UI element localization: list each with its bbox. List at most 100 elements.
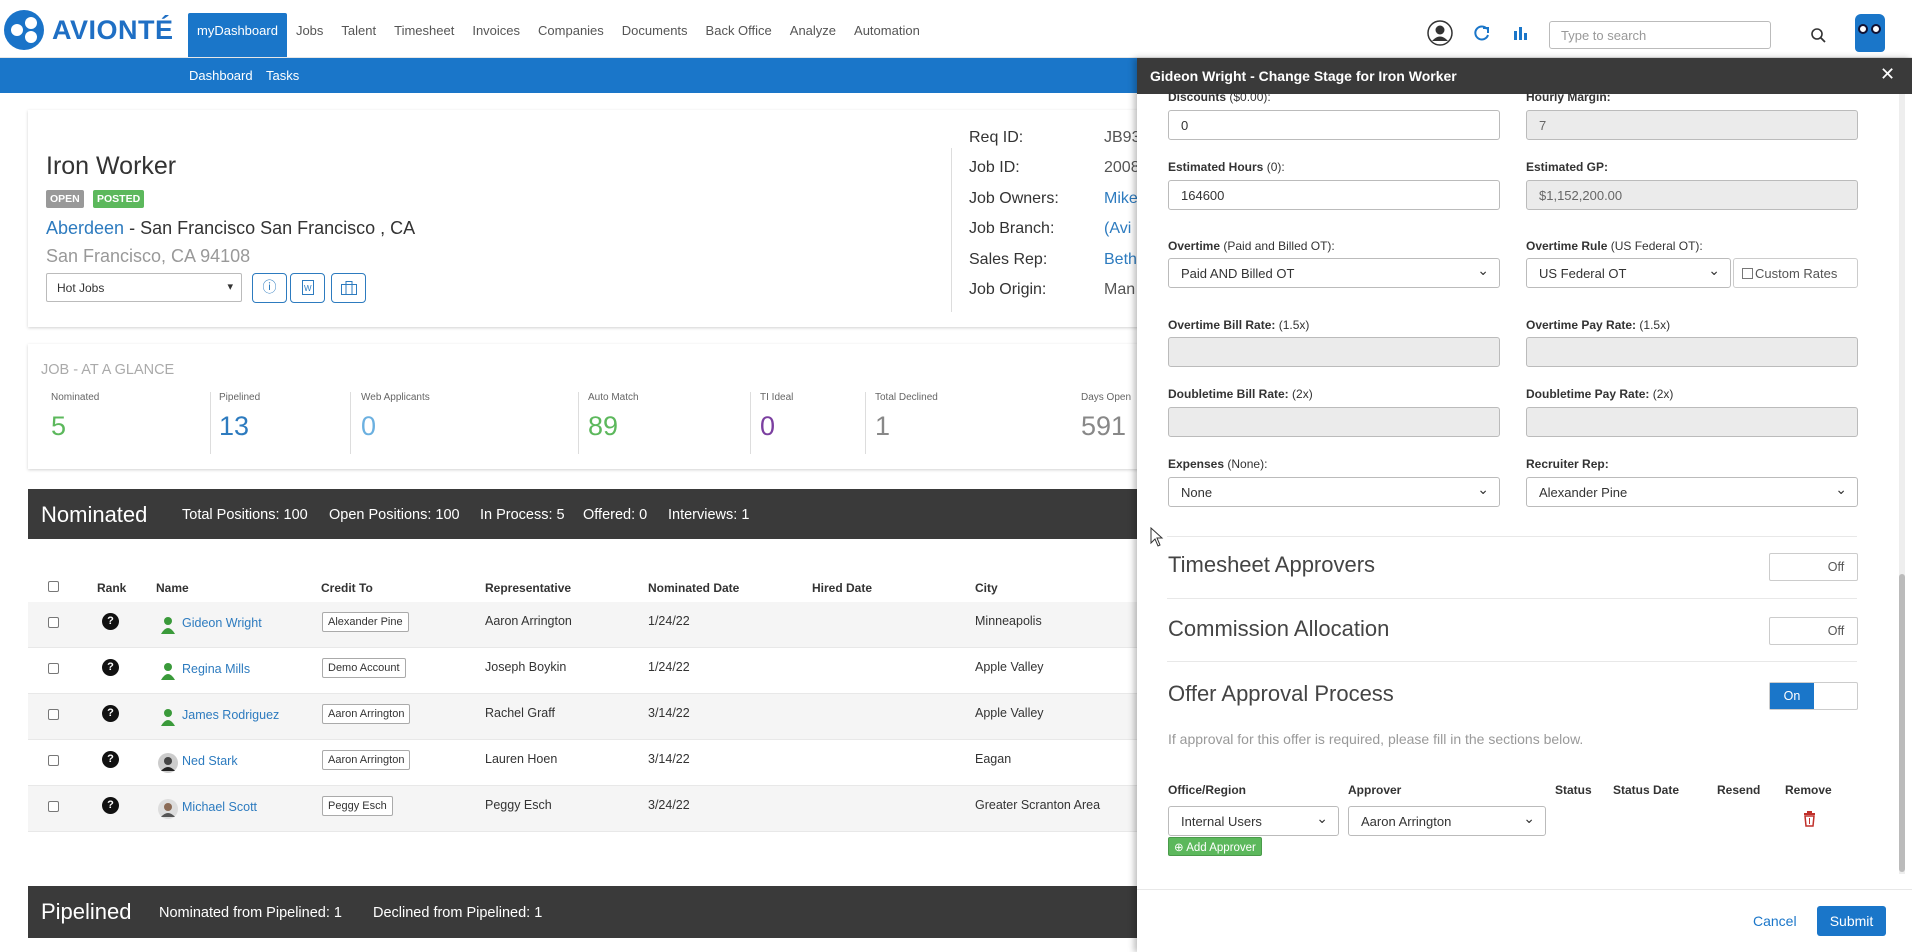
stat-web-applicants[interactable]: Web Applicants 0 xyxy=(361,392,430,454)
candidate-name-link[interactable]: Ned Stark xyxy=(182,754,238,768)
credit-to-tag[interactable]: Alexander Pine xyxy=(322,612,409,632)
nav-talent[interactable]: Talent xyxy=(332,13,385,57)
close-icon[interactable]: ✕ xyxy=(1880,64,1895,85)
row-checkbox[interactable] xyxy=(48,617,59,628)
panel-title: Gideon Wright - Change Stage for Iron Wo… xyxy=(1150,68,1457,84)
hot-jobs-select[interactable]: Hot Jobs xyxy=(46,273,242,302)
nav-automation[interactable]: Automation xyxy=(845,13,929,57)
nav-companies[interactable]: Companies xyxy=(529,13,613,57)
stat-pipelined[interactable]: Pipelined 13 xyxy=(219,392,260,454)
discounts-input[interactable]: 0 xyxy=(1168,110,1500,140)
total-positions: Total Positions: 100 xyxy=(182,507,308,523)
stat-auto-match[interactable]: Auto Match 89 xyxy=(588,392,639,454)
nominated-date: 3/14/22 xyxy=(648,752,690,766)
nominated-title: Nominated xyxy=(41,502,148,527)
nav-back-office[interactable]: Back Office xyxy=(697,13,781,57)
col-status-date: Status Date xyxy=(1613,783,1680,797)
trash-icon[interactable] xyxy=(1803,811,1816,827)
table-row[interactable]: ? Michael Scott Peggy Esch Peggy Esch 3/… xyxy=(28,786,1140,832)
custom-rates-toggle[interactable]: Custom Rates xyxy=(1733,258,1858,288)
candidate-name-link[interactable]: Regina Mills xyxy=(182,662,250,676)
candidate-name-link[interactable]: Gideon Wright xyxy=(182,616,262,630)
commission-allocation-toggle[interactable]: Off xyxy=(1769,617,1858,645)
row-checkbox[interactable] xyxy=(48,663,59,674)
cancel-button[interactable]: Cancel xyxy=(1753,913,1797,929)
expenses-select[interactable]: None xyxy=(1168,477,1500,507)
row-checkbox[interactable] xyxy=(48,801,59,812)
recruiter-rep-select[interactable]: Alexander Pine xyxy=(1526,477,1858,507)
refresh-icon[interactable] xyxy=(1473,24,1491,42)
candidate-name-link[interactable]: Michael Scott xyxy=(182,800,257,814)
timesheet-approvers-toggle[interactable]: Off xyxy=(1769,553,1858,581)
nominated-date: 1/24/22 xyxy=(648,614,690,628)
custom-rates-checkbox[interactable] xyxy=(1742,268,1753,279)
table-row[interactable]: ? Ned Stark Aaron Arrington Lauren Hoen … xyxy=(28,740,1140,786)
subnav-dashboard[interactable]: Dashboard xyxy=(189,68,253,83)
avionte-logo[interactable]: AVIONTÉ xyxy=(4,10,174,50)
approver-select[interactable]: Aaron Arrington xyxy=(1348,806,1546,836)
candidate-icon xyxy=(161,709,175,726)
col-hired-date[interactable]: Hired Date xyxy=(812,581,872,595)
nav-invoices[interactable]: Invoices xyxy=(463,13,529,57)
job-owners-value[interactable]: Mike xyxy=(1104,190,1138,208)
interviews: Interviews: 1 xyxy=(668,507,750,523)
col-representative[interactable]: Representative xyxy=(485,581,571,595)
logo-text: AVIONTÉ xyxy=(52,14,174,45)
nav-documents[interactable]: Documents xyxy=(613,13,697,57)
table-row[interactable]: ? Gideon Wright Alexander Pine Aaron Arr… xyxy=(28,602,1140,648)
recruiter-rep-label: Recruiter Rep: xyxy=(1526,457,1609,471)
analytics-icon[interactable] xyxy=(1513,25,1529,41)
table-row[interactable]: ? Regina Mills Demo Account Joseph Boyki… xyxy=(28,648,1140,694)
credit-to-tag[interactable]: Aaron Arrington xyxy=(322,704,411,724)
overtime-select[interactable]: Paid AND Billed OT xyxy=(1168,258,1500,288)
add-approver-button[interactable]: ⊕ Add Approver xyxy=(1168,837,1262,856)
briefcase-button[interactable] xyxy=(331,273,366,303)
owl-assistant-icon[interactable] xyxy=(1855,14,1885,52)
credit-to-tag[interactable]: Demo Account xyxy=(322,658,406,678)
in-process: In Process: 5 xyxy=(480,507,565,523)
scrollbar-thumb[interactable] xyxy=(1899,574,1905,872)
submit-button[interactable]: Submit xyxy=(1817,906,1886,936)
office-region-select[interactable]: Internal Users xyxy=(1168,806,1339,836)
row-checkbox[interactable] xyxy=(48,709,59,720)
divider xyxy=(1167,598,1857,599)
col-nominated-date[interactable]: Nominated Date xyxy=(648,581,739,595)
subnav-tasks[interactable]: Tasks xyxy=(266,68,299,83)
rank-unknown-icon: ? xyxy=(102,705,119,722)
credit-to-tag[interactable]: Peggy Esch xyxy=(322,796,393,816)
candidate-name-link[interactable]: James Rodriguez xyxy=(182,708,279,722)
stat-total-declined[interactable]: Total Declined 1 xyxy=(875,392,938,454)
job-id-value: 2008 xyxy=(1104,159,1140,176)
stat-ti-ideal[interactable]: TI Ideal 0 xyxy=(760,392,793,454)
word-doc-button[interactable]: W xyxy=(290,273,325,303)
stat-days-open: Days Open 591 xyxy=(1081,392,1132,441)
select-all-checkbox[interactable] xyxy=(48,581,59,592)
estimated-hours-input[interactable]: 164600 xyxy=(1168,180,1500,210)
rank-unknown-icon: ? xyxy=(102,613,119,630)
offer-approval-toggle[interactable]: On xyxy=(1769,682,1858,710)
job-branch-value[interactable]: (Avi xyxy=(1104,220,1131,238)
open-positions: Open Positions: 100 xyxy=(329,507,460,523)
row-checkbox[interactable] xyxy=(48,755,59,766)
user-profile-icon[interactable] xyxy=(1427,20,1453,46)
nav-analyze[interactable]: Analyze xyxy=(781,13,845,57)
dt-pay-rate-label: Doubletime Pay Rate: (2x) xyxy=(1526,387,1674,401)
stat-nominated[interactable]: Nominated 5 xyxy=(51,392,99,454)
sales-rep-value[interactable]: Beth xyxy=(1104,251,1137,269)
col-credit-to[interactable]: Credit To xyxy=(321,581,373,595)
nav-timesheet[interactable]: Timesheet xyxy=(385,13,463,57)
search-icon[interactable] xyxy=(1811,28,1826,43)
col-city[interactable]: City xyxy=(975,581,998,595)
overtime-rule-select[interactable]: US Federal OT xyxy=(1526,258,1731,288)
nav-jobs[interactable]: Jobs xyxy=(287,13,332,57)
col-rank[interactable]: Rank xyxy=(97,581,126,595)
company-link[interactable]: Aberdeen xyxy=(46,218,124,238)
table-row[interactable]: ? James Rodriguez Aaron Arrington Rachel… xyxy=(28,694,1140,740)
col-name[interactable]: Name xyxy=(156,581,189,595)
credit-to-tag[interactable]: Aaron Arrington xyxy=(322,750,411,770)
nav-mydashboard[interactable]: myDashboard xyxy=(188,13,287,57)
panel-scrollbar[interactable] xyxy=(1899,94,1905,874)
global-search-input[interactable]: Type to search xyxy=(1549,21,1771,49)
divider xyxy=(1167,536,1857,537)
info-button[interactable]: ⓘ xyxy=(252,273,287,303)
